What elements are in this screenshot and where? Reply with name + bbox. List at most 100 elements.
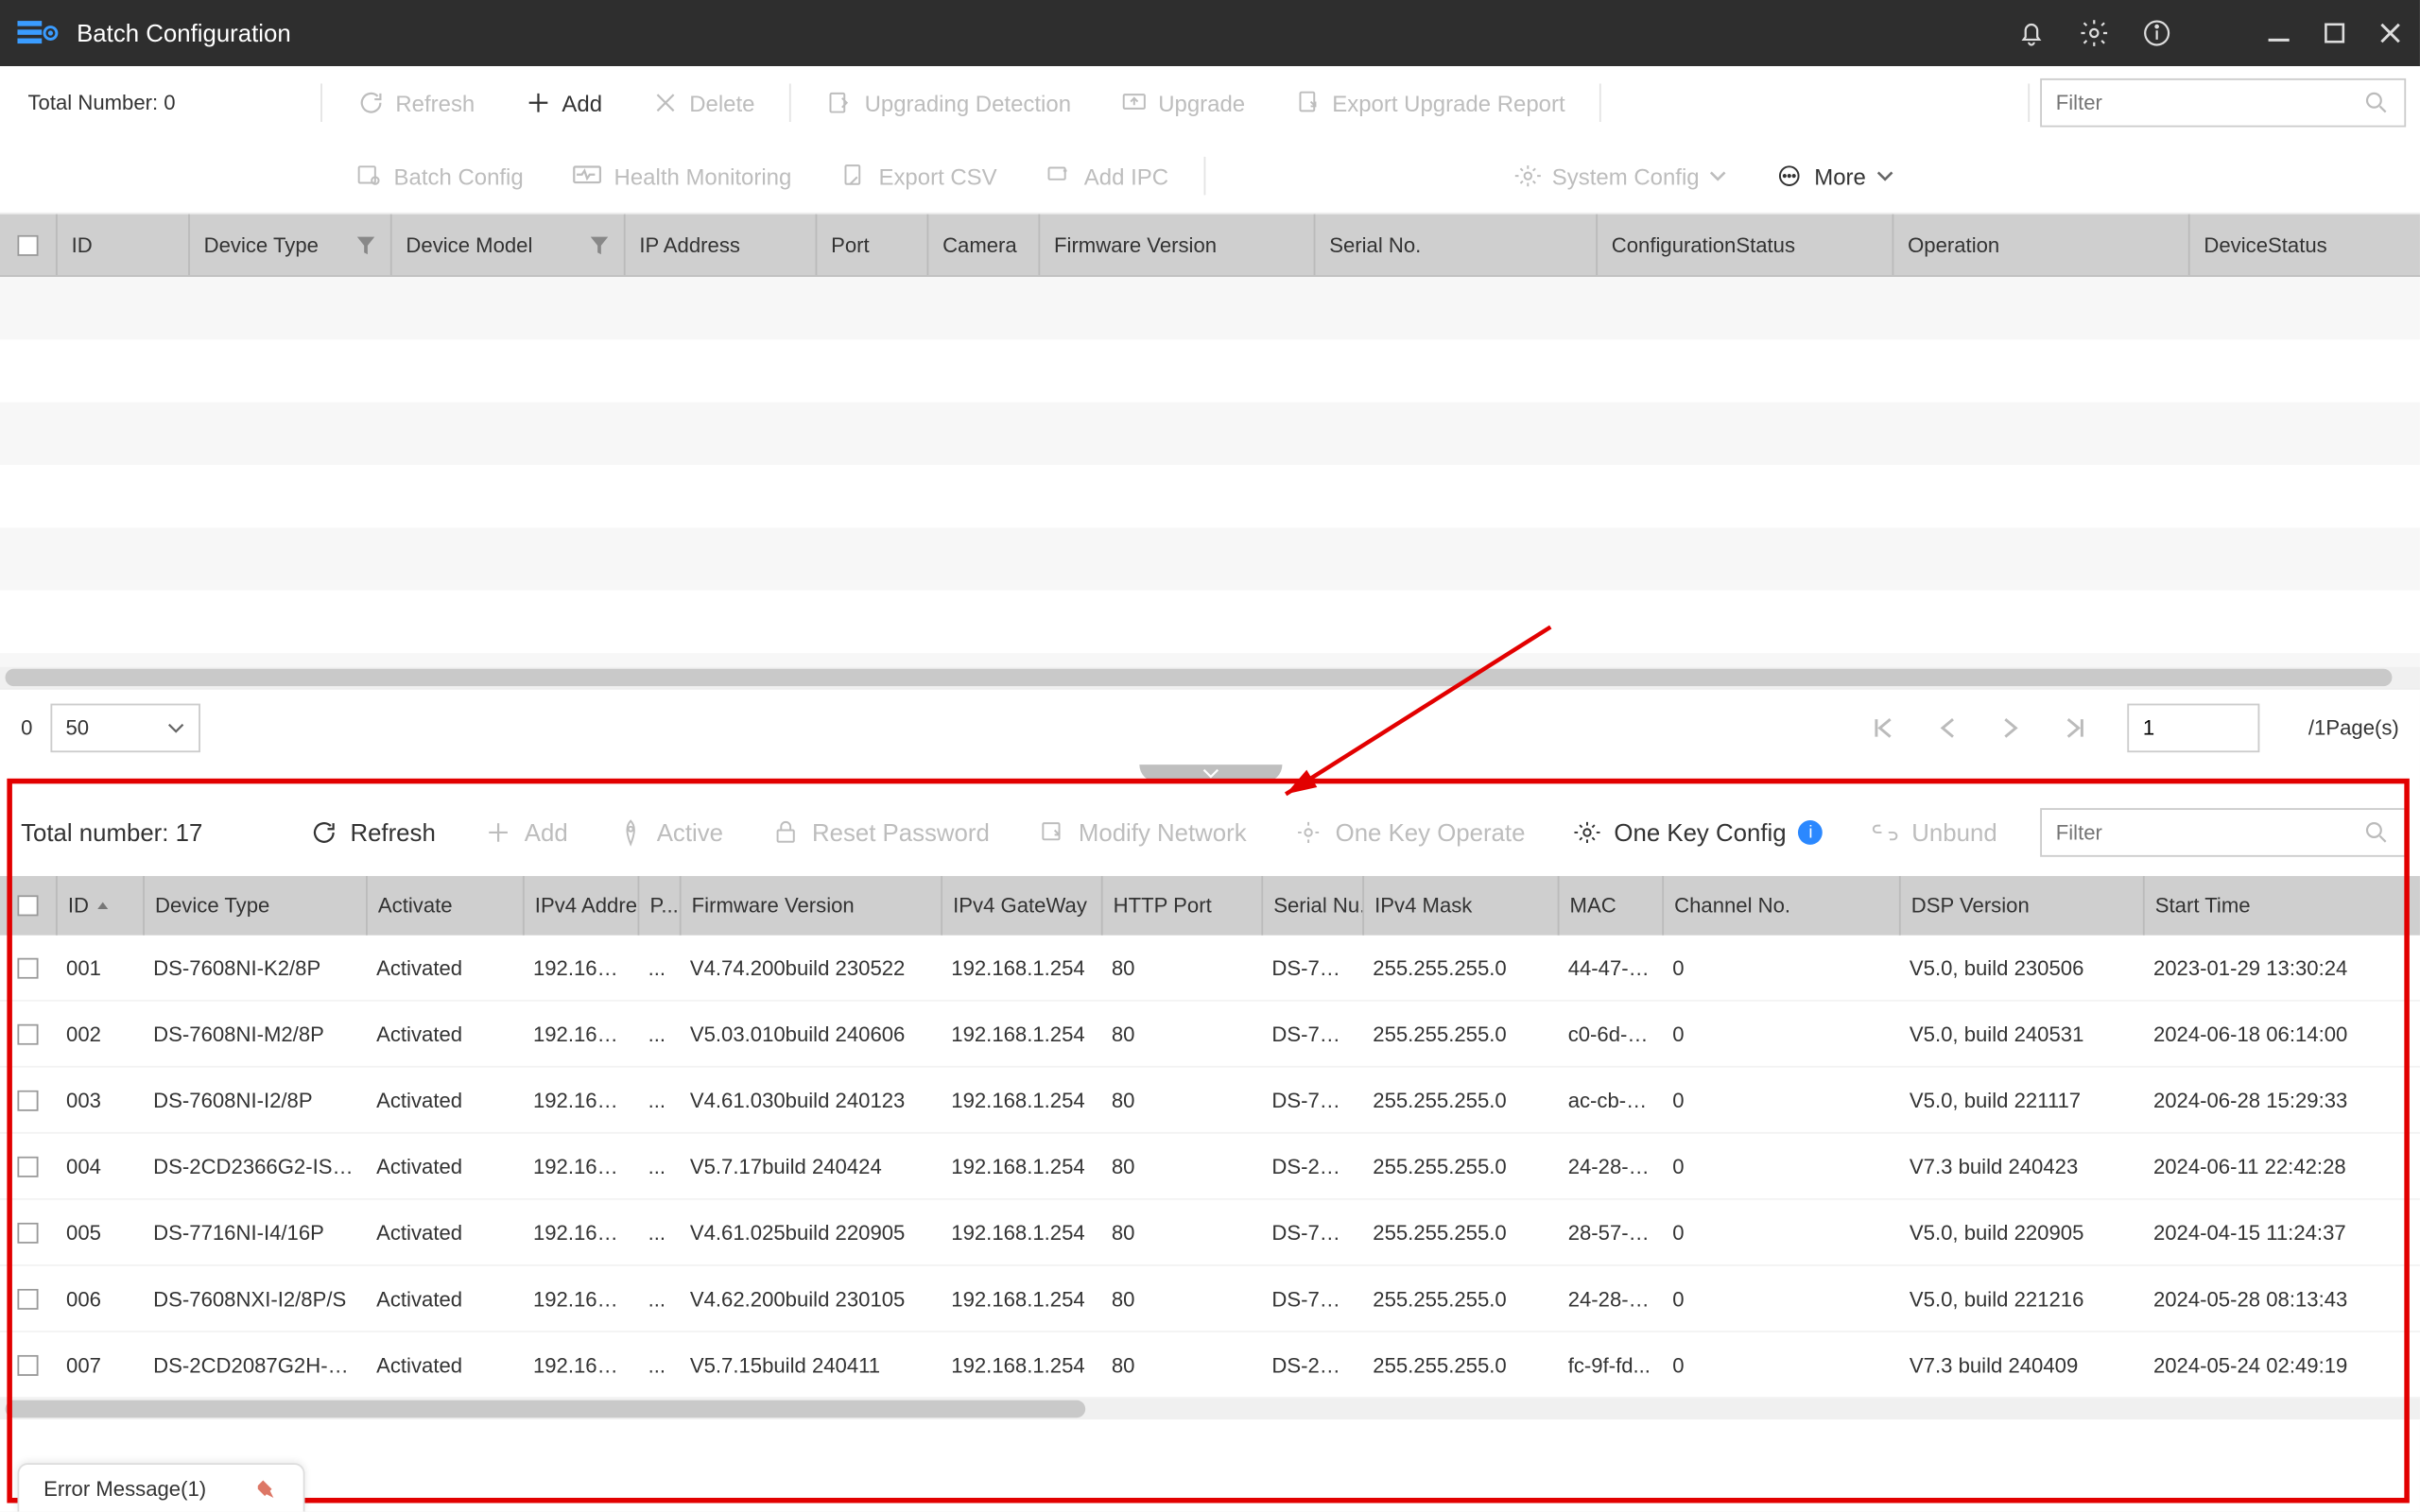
bottom-grid-header: ID Device Type Activate IPv4 Address P..… (0, 876, 2420, 936)
bp-col-gateway[interactable]: IPv4 GateWay (941, 876, 1101, 936)
table-row[interactable]: 005DS-7716NI-I4/16PActivated192.168.1...… (0, 1200, 2420, 1266)
row-checkbox[interactable] (17, 1288, 38, 1309)
table-row[interactable]: 004DS-2CD2366G2-ISU/SLActivated192.168.1… (0, 1134, 2420, 1200)
pager-first[interactable] (1869, 713, 1896, 741)
sort-asc-icon (95, 899, 110, 913)
bp-one-key-operate-button[interactable]: One Key Operate (1270, 818, 1549, 846)
bp-modify-network-button[interactable]: Modify Network (1014, 818, 1271, 846)
col-serial[interactable]: Serial No. (1314, 215, 1597, 276)
bottom-total-label: Total number: 17 (14, 818, 286, 846)
delete-button[interactable]: Delete (627, 89, 779, 116)
chevron-down-icon (166, 718, 183, 735)
col-config-status[interactable]: ConfigurationStatus (1596, 215, 1892, 276)
pager-count: 0 (21, 715, 32, 740)
bp-add-button[interactable]: Add (460, 818, 593, 846)
select-all-checkbox[interactable] (17, 234, 38, 255)
export-upgrade-report-button[interactable]: Export Upgrade Report (1270, 89, 1590, 116)
row-checkbox[interactable] (17, 1222, 38, 1243)
bp-select-all-checkbox[interactable] (17, 895, 38, 916)
col-device-type[interactable]: Device Type (188, 215, 390, 276)
pager-prev[interactable] (1936, 715, 1961, 740)
row-checkbox[interactable] (17, 1090, 38, 1110)
system-config-button[interactable]: System Config (1489, 162, 1751, 189)
batch-config-button[interactable]: Batch Config (331, 162, 547, 189)
page-suffix: /1Page(s) (2308, 715, 2399, 740)
add-button[interactable]: Add (499, 89, 627, 116)
bp-reset-password-button[interactable]: Reset Password (748, 818, 1014, 846)
bp-col-serial[interactable]: Serial Nu... (1261, 876, 1362, 936)
col-firmware[interactable]: Firmware Version (1038, 215, 1313, 276)
filter-input-bottom[interactable] (2040, 808, 2406, 857)
page-number-input[interactable] (2127, 703, 2259, 752)
refresh-button[interactable]: Refresh (333, 89, 499, 116)
maximize-icon[interactable] (2323, 21, 2347, 45)
table-row[interactable]: 001DS-7608NI-K2/8PActivated192.168.1....… (0, 936, 2420, 1002)
table-row[interactable]: 006DS-7608NXI-I2/8P/SActivated192.168.1.… (0, 1266, 2420, 1332)
col-device-status[interactable]: DeviceStatus (2188, 215, 2420, 276)
more-button[interactable]: More (1752, 162, 1918, 189)
bp-active-button[interactable]: Active (593, 818, 748, 846)
add-ipc-button[interactable]: Add IPC (1021, 162, 1192, 189)
collapse-handle[interactable] (1138, 765, 1281, 782)
row-checkbox[interactable] (17, 1023, 38, 1044)
bp-col-start[interactable]: Start Time (2143, 876, 2420, 936)
app-title: Batch Configuration (77, 19, 2015, 46)
bp-col-dsp[interactable]: DSP Version (1899, 876, 2143, 936)
col-device-model[interactable]: Device Model (390, 215, 624, 276)
top-grid-body (0, 277, 2420, 667)
top-total-label: Total Number: 0 (14, 91, 310, 115)
bp-col-id[interactable]: ID (56, 876, 143, 936)
row-checkbox[interactable] (17, 957, 38, 978)
bp-one-key-config-button[interactable]: One Key Config i (1549, 818, 1847, 846)
funnel-icon[interactable] (355, 234, 376, 255)
page-size-select[interactable]: 50 (50, 703, 199, 752)
close-icon[interactable] (2378, 21, 2403, 45)
pager: 0 50 /1Page(s) (0, 688, 2420, 765)
bell-icon[interactable] (2015, 17, 2047, 48)
filter-input-top[interactable] (2040, 78, 2406, 128)
funnel-icon[interactable] (589, 234, 610, 255)
bp-col-type[interactable]: Device Type (143, 876, 366, 936)
upgrading-detection-button[interactable]: Upgrading Detection (802, 89, 1096, 116)
table-row[interactable]: 003DS-7608NI-I2/8PActivated192.168.1....… (0, 1068, 2420, 1134)
bp-refresh-button[interactable]: Refresh (285, 818, 459, 846)
error-message-tab[interactable]: Error Message(1) (17, 1463, 305, 1512)
info-badge: i (1798, 820, 1823, 845)
pager-next[interactable] (1998, 715, 2023, 740)
col-port[interactable]: Port (816, 215, 927, 276)
info-icon[interactable] (2141, 17, 2172, 48)
bp-unbund-button[interactable]: Unbund (1847, 818, 2021, 846)
col-id[interactable]: ID (56, 215, 188, 276)
col-ip-address[interactable]: IP Address (624, 215, 816, 276)
bp-col-mask[interactable]: IPv4 Mask (1362, 876, 1557, 936)
app-icon (17, 16, 59, 51)
bp-col-http[interactable]: HTTP Port (1101, 876, 1262, 936)
gear-icon[interactable] (2079, 17, 2110, 48)
top-grid-header: ID Device Type Device Model IP Address P… (0, 215, 2420, 277)
bp-col-p[interactable]: P... (638, 876, 680, 936)
bp-col-activate[interactable]: Activate (366, 876, 523, 936)
bp-col-firmware[interactable]: Firmware Version (680, 876, 941, 936)
row-checkbox[interactable] (17, 1156, 38, 1177)
search-icon (2362, 89, 2390, 116)
error-message-label: Error Message(1) (43, 1476, 206, 1501)
table-row[interactable]: 007DS-2CD2087G2H-LIUActivated192.168.1..… (0, 1332, 2420, 1399)
bp-col-channel[interactable]: Channel No. (1662, 876, 1899, 936)
bottom-grid-body: 001DS-7608NI-K2/8PActivated192.168.1....… (0, 936, 2420, 1399)
top-grid-hscrollbar[interactable] (0, 667, 2420, 688)
export-csv-button[interactable]: Export CSV (816, 162, 1021, 189)
bp-col-mac[interactable]: MAC (1558, 876, 1663, 936)
bottom-grid-hscrollbar[interactable] (0, 1399, 2420, 1419)
chevron-down-icon (1710, 167, 1727, 184)
col-operation[interactable]: Operation (1892, 215, 2187, 276)
pager-last[interactable] (2061, 713, 2088, 741)
row-checkbox[interactable] (17, 1354, 38, 1375)
minimize-icon[interactable] (2267, 21, 2291, 45)
health-monitoring-button[interactable]: Health Monitoring (548, 163, 817, 189)
col-camera[interactable]: Camera (926, 215, 1038, 276)
bp-col-ipv4[interactable]: IPv4 Address (523, 876, 638, 936)
upgrade-button[interactable]: Upgrade (1096, 89, 1270, 116)
table-row[interactable]: 002DS-7608NI-M2/8PActivated192.168.1....… (0, 1002, 2420, 1068)
search-icon (2362, 818, 2390, 846)
pin-icon[interactable] (258, 1478, 279, 1499)
